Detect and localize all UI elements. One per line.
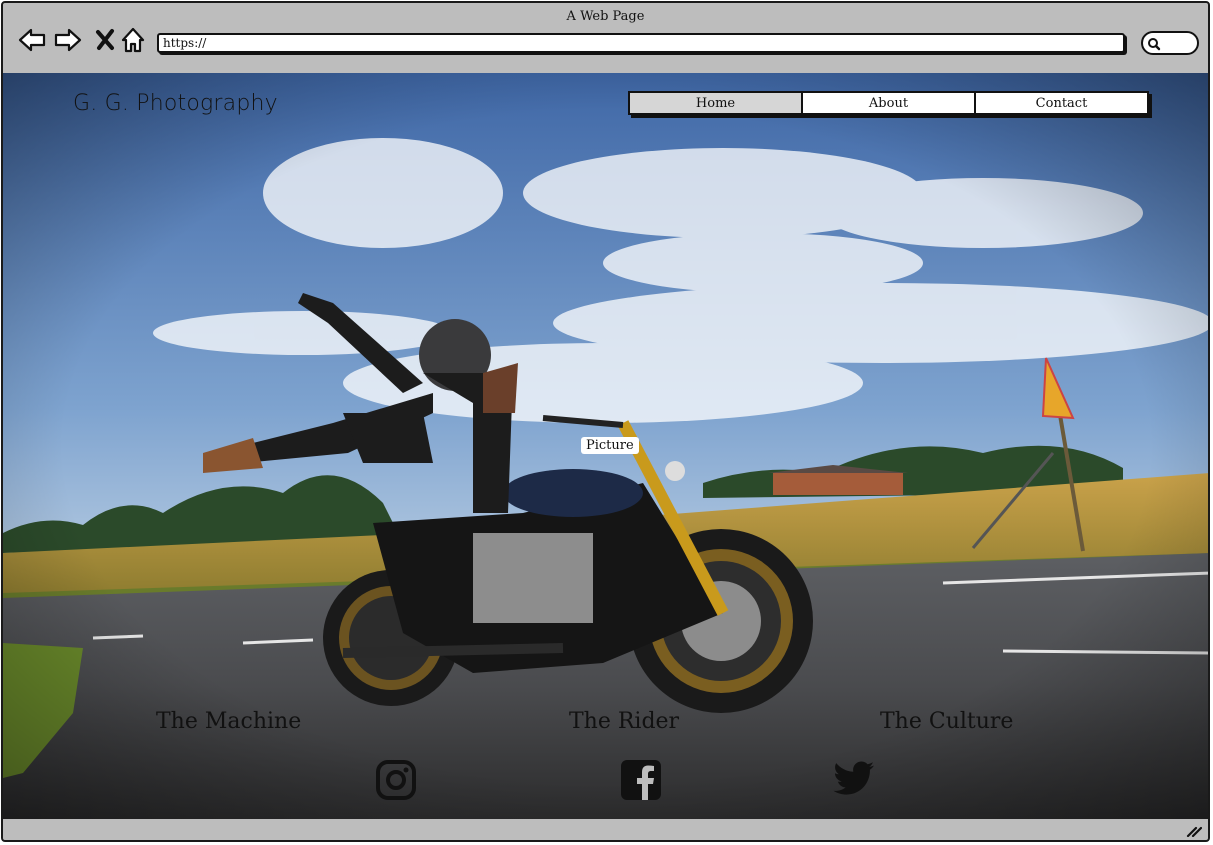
site-title[interactable]: G. G. Photography [73, 91, 278, 116]
home-icon[interactable] [119, 25, 149, 55]
instagram-icon[interactable] [375, 759, 417, 801]
back-arrow-icon[interactable] [17, 25, 47, 55]
page-viewport: G. G. Photography Home About Contact Pic… [3, 73, 1208, 819]
search-field[interactable] [1141, 31, 1199, 55]
window-title: A Web Page [566, 9, 645, 24]
section-the-culture[interactable]: The Culture [880, 709, 1013, 734]
resize-grip-icon[interactable] [1186, 825, 1202, 837]
section-the-machine[interactable]: The Machine [156, 709, 301, 734]
twitter-icon[interactable] [833, 761, 875, 797]
nav-home[interactable]: Home [630, 93, 803, 113]
stop-icon[interactable] [91, 25, 121, 55]
address-text: https:// [163, 36, 207, 50]
nav-about[interactable]: About [803, 93, 976, 113]
picture-label: Picture [581, 437, 639, 454]
search-icon [1148, 38, 1161, 51]
browser-window: A Web Page https:// G. G. Photography Ho… [1, 1, 1210, 842]
nav-contact[interactable]: Contact [976, 93, 1147, 113]
facebook-icon[interactable] [620, 759, 662, 801]
section-the-rider[interactable]: The Rider [569, 709, 679, 734]
main-nav: Home About Contact [628, 91, 1149, 115]
address-bar[interactable]: https:// [157, 33, 1125, 53]
forward-arrow-icon[interactable] [53, 25, 83, 55]
